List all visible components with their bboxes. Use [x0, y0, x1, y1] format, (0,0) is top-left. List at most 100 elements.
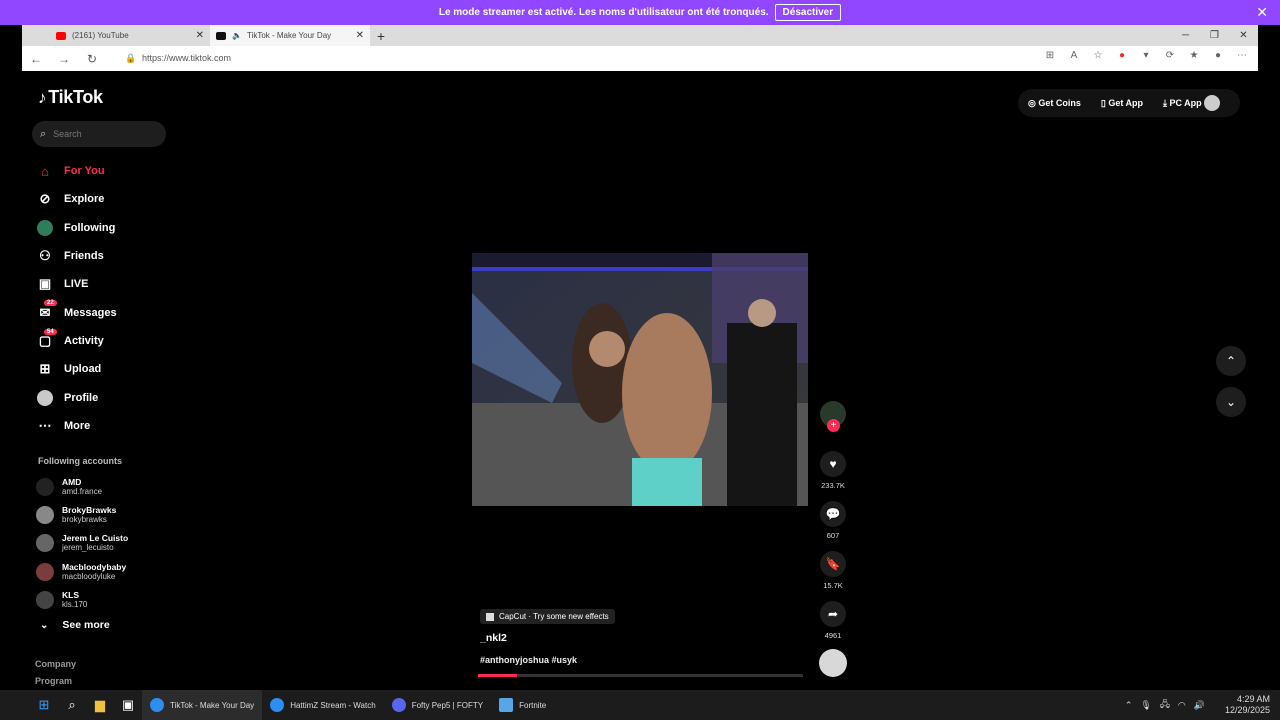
effect-label[interactable]: CapCut · Try some new effects — [480, 609, 615, 624]
avatar — [36, 478, 54, 497]
sidebar-item-more[interactable]: ⋯ More — [36, 412, 196, 440]
microphone-icon[interactable]: 🎙 — [1140, 700, 1151, 711]
discord-icon — [391, 698, 406, 712]
creator-avatar[interactable]: + — [818, 401, 848, 451]
system-tray: ⌃ 🎙 🖧 ◠ 🔊 4:29 AM 12/29/2025 — [1117, 690, 1270, 720]
video-author[interactable]: _nkl2 — [480, 632, 507, 644]
footer-link-company[interactable]: Company — [35, 659, 76, 669]
sidebar-nav: ⌂ For You ⊘ Explore Following ⚇ Friends ▣ LI… — [36, 157, 196, 440]
chevron-up-icon[interactable]: ⌃ — [1125, 700, 1133, 711]
close-tab-icon[interactable]: ✕ — [356, 30, 364, 41]
new-tab-button[interactable]: + — [370, 28, 392, 44]
taskbar-app-discord[interactable]: Fofty Pep5 | FOFTY — [384, 690, 491, 720]
live-icon: ▣ — [38, 276, 52, 292]
messages-icon: ✉ — [39, 304, 51, 320]
video-player[interactable] — [472, 253, 808, 506]
sidebar-item-following[interactable]: Following — [36, 214, 196, 242]
comment-button[interactable]: 💬 607 — [818, 501, 848, 551]
sidebar-item-upload[interactable]: ⊞ Upload — [36, 355, 196, 383]
fortnite-icon — [499, 698, 514, 712]
sidebar-item-profile[interactable]: Profile — [36, 383, 196, 411]
footer-link-program[interactable]: Program — [35, 676, 72, 686]
windows-taskbar: ⊞ ⌕ ▆ ▣ TikTok - Make Your Day HattimZ S… — [0, 690, 1280, 720]
follow-plus-icon[interactable]: + — [827, 419, 840, 432]
disable-streamer-button[interactable]: Désactiver — [774, 4, 842, 21]
close-icon[interactable]: ✕ — [1256, 4, 1268, 21]
previous-video-button[interactable]: ⌃ — [1216, 346, 1246, 376]
windows-start-icon[interactable]: ⊞ — [30, 690, 58, 720]
sidebar-item-activity[interactable]: ▢ 54 Activity — [36, 327, 196, 355]
account-item[interactable]: KLS kls.170 — [36, 586, 206, 614]
share-button[interactable]: ➦ 4961 — [818, 601, 848, 651]
sidebar-item-for-you[interactable]: ⌂ For You — [36, 157, 196, 185]
next-video-button[interactable]: ⌄ — [1216, 387, 1246, 417]
search-icon[interactable]: ⌕ — [58, 690, 86, 720]
video-hashtags[interactable]: #anthonyjoshua #usyk — [480, 655, 577, 665]
favorite-add-icon[interactable]: ☆ — [1092, 50, 1104, 61]
account-item[interactable]: BrokyBrawks brokybrawks — [36, 501, 206, 529]
like-button[interactable]: ♥ 233.7K — [818, 451, 848, 501]
tab-youtube[interactable]: (2161) YouTube ✕ — [50, 25, 210, 46]
upload-icon: ⊞ — [39, 361, 51, 377]
tiktok-logo[interactable]: ♪ TikTok — [38, 87, 103, 108]
video-progress-bar[interactable] — [478, 674, 803, 677]
back-icon[interactable]: ← — [22, 52, 50, 66]
volume-icon[interactable]: 🔊 — [1194, 700, 1205, 711]
extension-icon[interactable]: ● — [1116, 50, 1128, 61]
sidebar-item-live[interactable]: ▣ LIVE — [36, 270, 196, 298]
profile-icon[interactable]: ● — [1212, 50, 1224, 61]
see-more-button[interactable]: ⌄ See more — [40, 619, 110, 631]
file-explorer-icon[interactable]: ▆ — [86, 690, 114, 720]
forward-icon[interactable]: → — [50, 52, 78, 66]
menu-icon[interactable]: ⋯ — [1236, 50, 1248, 61]
tab-title: (2161) YouTube — [72, 31, 129, 40]
url-field[interactable]: 🔒 https://www.tiktok.com — [122, 50, 1002, 67]
account-item[interactable]: AMD amd.france — [36, 473, 206, 501]
video-frame — [472, 253, 808, 506]
read-aloud-icon[interactable]: A — [1068, 50, 1080, 61]
avatar: + — [820, 401, 846, 432]
speaker-icon: 🔈 — [232, 31, 242, 40]
music-disc-icon[interactable] — [819, 649, 847, 677]
sync-icon[interactable]: ⟳ — [1164, 50, 1176, 61]
clock[interactable]: 4:29 AM 12/29/2025 — [1217, 694, 1270, 716]
search-icon: ⌕ — [40, 127, 47, 140]
taskbar-app-tiktok[interactable]: TikTok - Make Your Day — [142, 690, 263, 720]
streamer-message: Le mode streamer est activé. Les noms d'… — [438, 7, 769, 18]
store-icon[interactable]: ▣ — [114, 690, 142, 720]
minimize-icon[interactable]: ─ — [1171, 25, 1200, 46]
network-icon[interactable]: 🖧 — [1160, 697, 1170, 713]
taskbar-app-stream[interactable]: HattimZ Stream - Watch — [262, 690, 384, 720]
extension-icon[interactable]: ▾ — [1140, 50, 1152, 61]
top-right-actions: ◎ Get Coins ▯ Get App ⤓ PC App — [1018, 89, 1240, 117]
get-coins-button[interactable]: ◎ Get Coins — [1028, 98, 1091, 109]
close-tab-icon[interactable]: ✕ — [196, 30, 204, 41]
account-item[interactable]: Macbloodybaby macbloodyluke — [36, 558, 206, 586]
chevron-down-icon: ⌄ — [40, 619, 49, 631]
comment-icon: 💬 — [820, 501, 846, 527]
user-avatar[interactable] — [1204, 95, 1220, 111]
wifi-icon[interactable]: ◠ — [1178, 700, 1186, 711]
chevron-down-icon: ⌄ — [1225, 395, 1237, 409]
app-icon[interactable]: ⊞ — [1044, 50, 1056, 61]
restore-icon[interactable]: ❐ — [1200, 25, 1229, 46]
tab-tiktok[interactable]: 🔈 TikTok - Make Your Day ✕ — [210, 25, 370, 46]
sidebar-item-friends[interactable]: ⚇ Friends — [36, 242, 196, 270]
share-icon: ➦ — [820, 601, 846, 627]
sidebar-item-messages[interactable]: ✉ 22 Messages — [36, 298, 196, 326]
favorites-icon[interactable]: ★ — [1188, 50, 1200, 61]
home-icon: ⌂ — [41, 163, 49, 179]
tab-title: TikTok - Make Your Day — [246, 31, 332, 40]
taskbar-app-fortnite[interactable]: Fortnite — [491, 690, 554, 720]
sidebar-item-explore[interactable]: ⊘ Explore — [36, 185, 196, 213]
capcut-icon — [486, 612, 494, 621]
video-actions: + ♥ 233.7K 💬 607 🔖 15.7K ➦ 4961 — [818, 401, 848, 651]
following-accounts-list: AMD amd.france BrokyBrawks brokybrawks Jer… — [36, 473, 206, 614]
save-button[interactable]: 🔖 15.7K — [818, 551, 848, 601]
refresh-icon[interactable]: ↻ — [78, 52, 106, 66]
avatar — [36, 590, 54, 609]
get-app-button[interactable]: ▯ Get App — [1101, 98, 1153, 109]
account-item[interactable]: Jerem Le Cuisto jerem_lecuisto — [36, 529, 206, 557]
search-input[interactable]: ⌕ Search — [32, 121, 166, 147]
close-window-icon[interactable]: ✕ — [1229, 25, 1258, 46]
